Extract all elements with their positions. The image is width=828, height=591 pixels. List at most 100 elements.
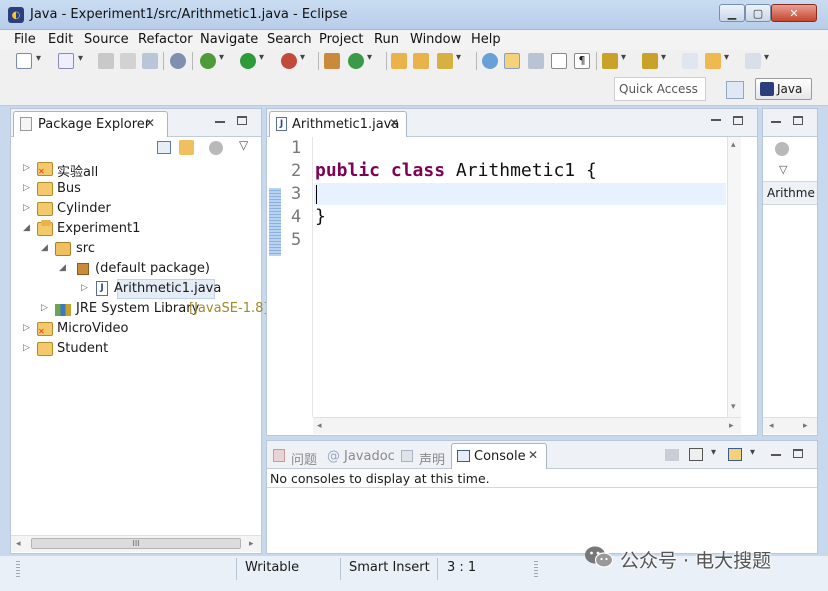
expand-arrow-icon[interactable]: ▷ [41, 303, 48, 313]
new-icon[interactable] [16, 53, 41, 69]
maximize-button[interactable]: ▢ [745, 4, 771, 22]
new-wizard-icon[interactable] [58, 53, 83, 69]
tree-item-project[interactable]: ▷ MicroVideo [11, 319, 261, 339]
expand-arrow-icon[interactable]: ▷ [23, 323, 30, 333]
link-with-editor-icon[interactable] [179, 140, 194, 155]
scroll-right-icon[interactable]: ▸ [249, 539, 254, 549]
open-task-icon[interactable] [413, 53, 429, 69]
menu-file[interactable]: File [14, 32, 36, 47]
minimize-view-icon[interactable] [215, 121, 225, 123]
search-icon[interactable] [437, 52, 461, 69]
tab-package-explorer[interactable]: Package Explorer ✕ [13, 111, 168, 137]
tree-item-library[interactable]: ▷ JRE System Library [JavaSE-1.8] [11, 299, 268, 319]
menu-window[interactable]: Window [410, 32, 461, 47]
expand-arrow-icon[interactable]: ▷ [23, 203, 30, 213]
menu-project[interactable]: Project [319, 32, 363, 47]
maximize-view-icon[interactable] [793, 116, 803, 125]
new-java-class-icon[interactable] [348, 52, 372, 69]
close-tab-icon[interactable]: ✕ [528, 448, 538, 462]
code-line[interactable]: public class Arithmetic1 { [315, 160, 597, 181]
maximize-view-icon[interactable] [793, 449, 803, 458]
collapse-arrow-icon[interactable]: ◢ [41, 243, 48, 253]
menu-edit[interactable]: Edit [48, 32, 73, 47]
last-edit-location-icon[interactable] [682, 53, 698, 69]
menu-source[interactable]: Source [84, 32, 129, 47]
show-whitespace-icon[interactable] [551, 53, 567, 69]
forward-icon[interactable] [745, 52, 769, 69]
next-annotation-icon[interactable] [602, 52, 626, 69]
tree-item-project[interactable]: ▷ Bus [11, 179, 261, 199]
scroll-left-icon[interactable]: ◂ [16, 539, 21, 549]
maximize-view-icon[interactable] [733, 116, 743, 125]
previous-annotation-icon[interactable] [642, 52, 666, 69]
tree-item-project[interactable]: ▷ Cylinder [11, 199, 261, 219]
scroll-up-icon[interactable]: ▴ [731, 140, 736, 150]
tab-declaration[interactable]: 声明 [419, 449, 445, 468]
debug-icon[interactable] [200, 52, 224, 69]
menu-help[interactable]: Help [471, 32, 501, 47]
open-console-icon[interactable] [728, 448, 742, 461]
toggle-ant-mark-icon[interactable] [482, 53, 498, 69]
open-perspective-icon[interactable] [726, 81, 744, 99]
pin-console-icon[interactable] [665, 449, 679, 461]
expand-arrow-icon[interactable]: ▷ [81, 283, 88, 293]
focus-active-task-icon[interactable] [775, 142, 789, 156]
collapse-arrow-icon[interactable]: ◢ [59, 263, 66, 273]
minimize-view-icon[interactable] [771, 121, 781, 123]
close-tab-icon[interactable]: ✕ [389, 116, 399, 130]
scroll-left-icon[interactable]: ◂ [317, 421, 322, 431]
maximize-view-icon[interactable] [237, 116, 247, 125]
tree-item-source-folder[interactable]: ◢ src [11, 239, 261, 259]
minimize-view-icon[interactable] [771, 454, 781, 456]
tree-item-project[interactable]: ▷ Student [11, 339, 261, 359]
menu-run[interactable]: Run [374, 32, 399, 47]
toggle-block-selection-icon[interactable] [528, 53, 544, 69]
vertical-scrollbar[interactable]: ▴ ▾ [727, 137, 741, 417]
menu-navigate[interactable]: Navigate [200, 32, 258, 47]
tab-javadoc[interactable]: Javadoc [344, 449, 395, 464]
scroll-left-icon[interactable]: ◂ [769, 421, 774, 431]
run-icon[interactable] [240, 52, 264, 69]
new-java-package-icon[interactable] [324, 53, 340, 69]
java-perspective-button[interactable]: Java [755, 78, 812, 100]
skip-breakpoints-icon[interactable] [170, 53, 186, 69]
expand-arrow-icon[interactable]: ▷ [23, 343, 30, 353]
save-all-icon[interactable] [120, 53, 136, 69]
expand-arrow-icon[interactable]: ▷ [23, 183, 30, 193]
quick-access-field[interactable]: Quick Access [614, 77, 706, 101]
code-line[interactable]: } [315, 206, 326, 227]
chevron-down-icon[interactable]: ▾ [711, 447, 716, 458]
tree-item-java-file[interactable]: ▷ J Arithmetic1.java [11, 279, 261, 299]
horizontal-scrollbar[interactable]: ◂ ▸ [313, 417, 741, 434]
paragraph-icon[interactable]: ¶ [574, 53, 590, 69]
menu-refactor[interactable]: Refactor [138, 32, 193, 47]
scroll-right-icon[interactable]: ▸ [729, 421, 734, 431]
scrollbar-thumb[interactable]: III [31, 538, 241, 549]
scroll-right-icon[interactable]: ▸ [803, 421, 808, 431]
print-icon[interactable] [142, 53, 158, 69]
horizontal-scrollbar[interactable]: ◂ ▸ [763, 417, 817, 434]
close-window-button[interactable]: ✕ [771, 4, 817, 22]
horizontal-scrollbar[interactable]: ◂ III ▸ [11, 535, 261, 552]
expand-arrow-icon[interactable]: ▷ [23, 163, 30, 173]
tree-item-project[interactable]: ◢ Experiment1 [11, 219, 261, 239]
tree-item-project[interactable]: ▷ 实验all [11, 159, 261, 180]
tree-item-package[interactable]: ◢ (default package) [11, 259, 261, 279]
close-tab-icon[interactable]: ✕ [145, 116, 155, 130]
scroll-down-icon[interactable]: ▾ [731, 402, 736, 412]
chevron-down-icon[interactable]: ▾ [750, 447, 755, 458]
view-menu-chevron-down-icon[interactable]: ▽ [779, 163, 787, 176]
save-icon[interactable] [98, 53, 114, 69]
collapse-arrow-icon[interactable]: ◢ [23, 223, 30, 233]
collapse-all-icon[interactable] [157, 141, 171, 154]
run-external-tools-icon[interactable] [281, 52, 305, 69]
tab-console[interactable]: Console ✕ [451, 443, 547, 469]
minimize-view-icon[interactable] [711, 119, 721, 121]
display-console-icon[interactable] [689, 448, 703, 461]
focus-active-task-icon[interactable] [209, 141, 223, 155]
menu-search[interactable]: Search [267, 32, 312, 47]
minimize-button[interactable]: ▁ [719, 4, 745, 22]
view-menu-chevron-down-icon[interactable]: ▽ [239, 138, 248, 152]
toggle-mark-occurrences-icon[interactable] [504, 53, 520, 69]
open-type-icon[interactable] [391, 53, 407, 69]
